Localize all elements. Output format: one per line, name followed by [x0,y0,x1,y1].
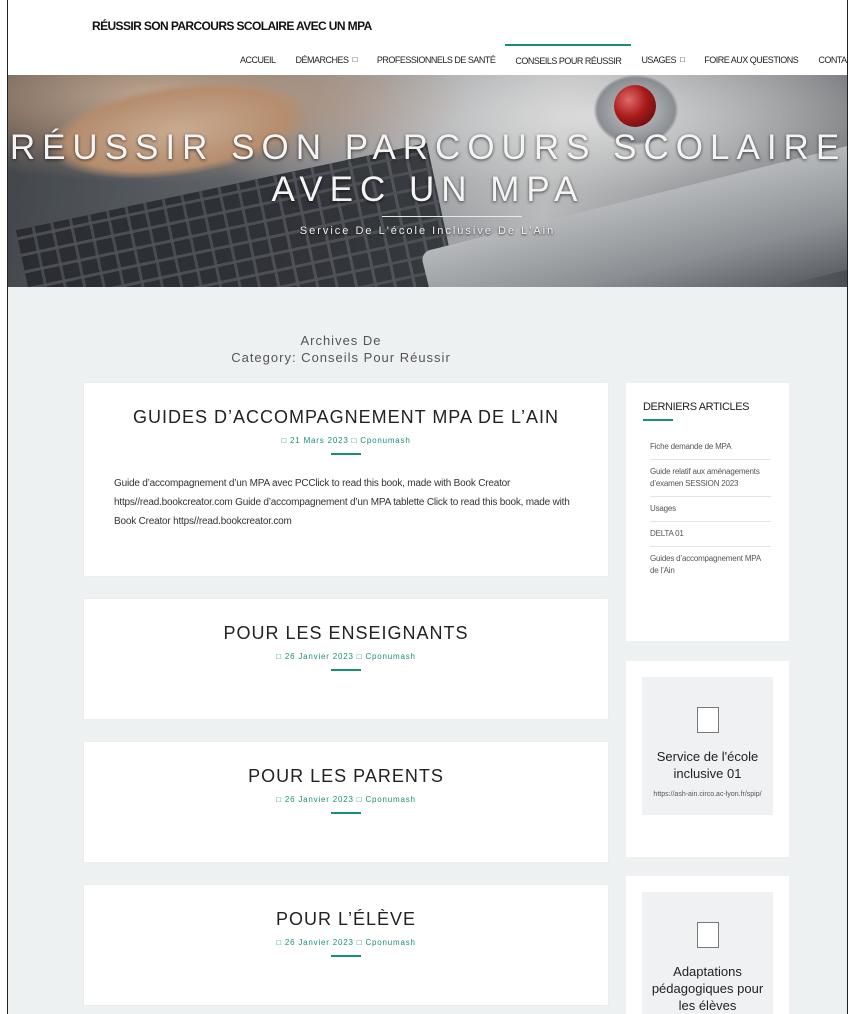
submenu-icon: □ [352,55,358,64]
inclusive-school-link[interactable]: Service de l'école inclusive 01 https://… [642,677,773,815]
post-card: POUR L’ÉLÈVE □ 26 Janvier 2023 □ Cponuma… [84,885,608,1005]
image-placeholder-icon [696,922,719,948]
post-meta[interactable]: □ 26 Janvier 2023 □ Cponumash [84,652,608,661]
archive-category: Category: Conseils Pour Réussir [231,350,451,365]
recent-article-link[interactable]: Fiche demande de MPA [650,435,771,460]
nav-label: DÉMARCHES [295,54,350,65]
post-excerpt: Guide d’accompagnement d’un MPA avec PCC… [114,478,570,527]
recent-article-link[interactable]: Guide relatif aux aménagements d’examen … [650,460,771,497]
post-title[interactable]: POUR LES ENSEIGNANTS [84,623,608,644]
adaptations-widget: Adaptations pédagogiques pour les élèves [626,876,789,1014]
post-meta[interactable]: □ 21 Mars 2023 □ Cponumash [84,436,608,445]
post-meta[interactable]: □ 26 Janvier 2023 □ Cponumash [84,795,608,804]
recent-articles-list: Fiche demande de MPA Guide relatif aux a… [626,435,789,583]
nav-item-professionnels[interactable]: PROFESSIONNELS DE SANTÉ [367,44,506,75]
inclusive-school-widget: Service de l'école inclusive 01 https://… [626,661,789,857]
recent-article-link[interactable]: Guides d’accompagnement MPA de l’Ain [650,547,771,583]
hero-title-line2: AVEC UN MPA [271,170,585,209]
post-divider [331,812,361,814]
nav-label: PROFESSIONNELS DE SANTÉ [376,54,496,65]
nav-label: CONSEILS POUR RÉUSSIR [515,55,622,66]
hero-title: RÉUSSIR SON PARCOURS SCOLAIRE AVEC UN MP… [8,127,847,211]
nav-item-demarches[interactable]: DÉMARCHES □ [286,44,367,75]
recent-article-link[interactable]: DELTA 01 [650,522,771,547]
post-title[interactable]: GUIDES D’ACCOMPAGNEMENT MPA DE L’AIN [84,407,608,428]
nav-item-accueil[interactable]: ACCUEIL [230,44,286,75]
recent-articles-widget: DERNIERS ARTICLES Fiche demande de MPA G… [626,383,789,641]
nav-item-conseils[interactable]: CONSEILS POUR RÉUSSIR [505,44,632,75]
main-nav: ACCUEIL DÉMARCHES □ PROFESSIONNELS DE SAN… [230,44,847,75]
submenu-icon: □ [679,55,685,64]
archive-label: Archives De [300,333,382,348]
hero-banner: RÉUSSIR SON PARCOURS SCOLAIRE AVEC UN MP… [8,75,847,287]
nav-label: ACCUEIL [240,54,276,65]
nav-label: USAGES [641,54,676,65]
post-divider [331,669,361,671]
image-placeholder-icon [696,707,719,733]
box-title: Service de l'école inclusive 01 [656,749,759,781]
archive-heading: Archives De Category: Conseils Pour Réus… [8,332,674,366]
hero-divider [382,216,522,217]
post-divider [331,955,361,957]
post-card: POUR LES ENSEIGNANTS □ 26 Janvier 2023 □… [84,599,608,719]
post-meta[interactable]: □ 26 Janvier 2023 □ Cponumash [84,938,608,947]
nav-item-contact[interactable]: CONTACT [808,44,847,75]
site-title[interactable]: RÉUSSIR SON PARCOURS SCOLAIRE AVEC UN MP… [92,19,372,33]
page-frame: RÉUSSIR SON PARCOURS SCOLAIRE AVEC UN MP… [7,0,848,1014]
widget-divider [643,419,673,421]
site-header: RÉUSSIR SON PARCOURS SCOLAIRE AVEC UN MP… [8,0,847,75]
nav-label: FOIRE AUX QUESTIONS [704,54,799,65]
nav-item-usages[interactable]: USAGES □ [631,44,694,75]
widget-title: DERNIERS ARTICLES [643,401,750,413]
recent-article-link[interactable]: Usages [650,497,771,522]
adaptations-link[interactable]: Adaptations pédagogiques pour les élèves [642,892,773,1014]
nav-item-faq[interactable]: FOIRE AUX QUESTIONS [694,44,808,75]
hero-subtitle: Service De L'école Inclusive De L'Ain [299,225,556,237]
box-title: Adaptations pédagogiques pour les élèves [651,964,764,1013]
hero-title-line1: RÉUSSIR SON PARCOURS SCOLAIRE [9,128,847,167]
post-title[interactable]: POUR L’ÉLÈVE [84,909,608,930]
post-divider [331,453,361,455]
post-card: GUIDES D’ACCOMPAGNEMENT MPA DE L’AIN □ 2… [84,383,608,576]
box-url[interactable]: https://ash-ain.circo.ac-lyon.fr/spip/ [642,788,773,815]
post-card: POUR LES PARENTS □ 26 Janvier 2023 □ Cpo… [84,742,608,862]
post-title[interactable]: POUR LES PARENTS [84,766,608,787]
nav-label: CONTACT [818,54,847,65]
